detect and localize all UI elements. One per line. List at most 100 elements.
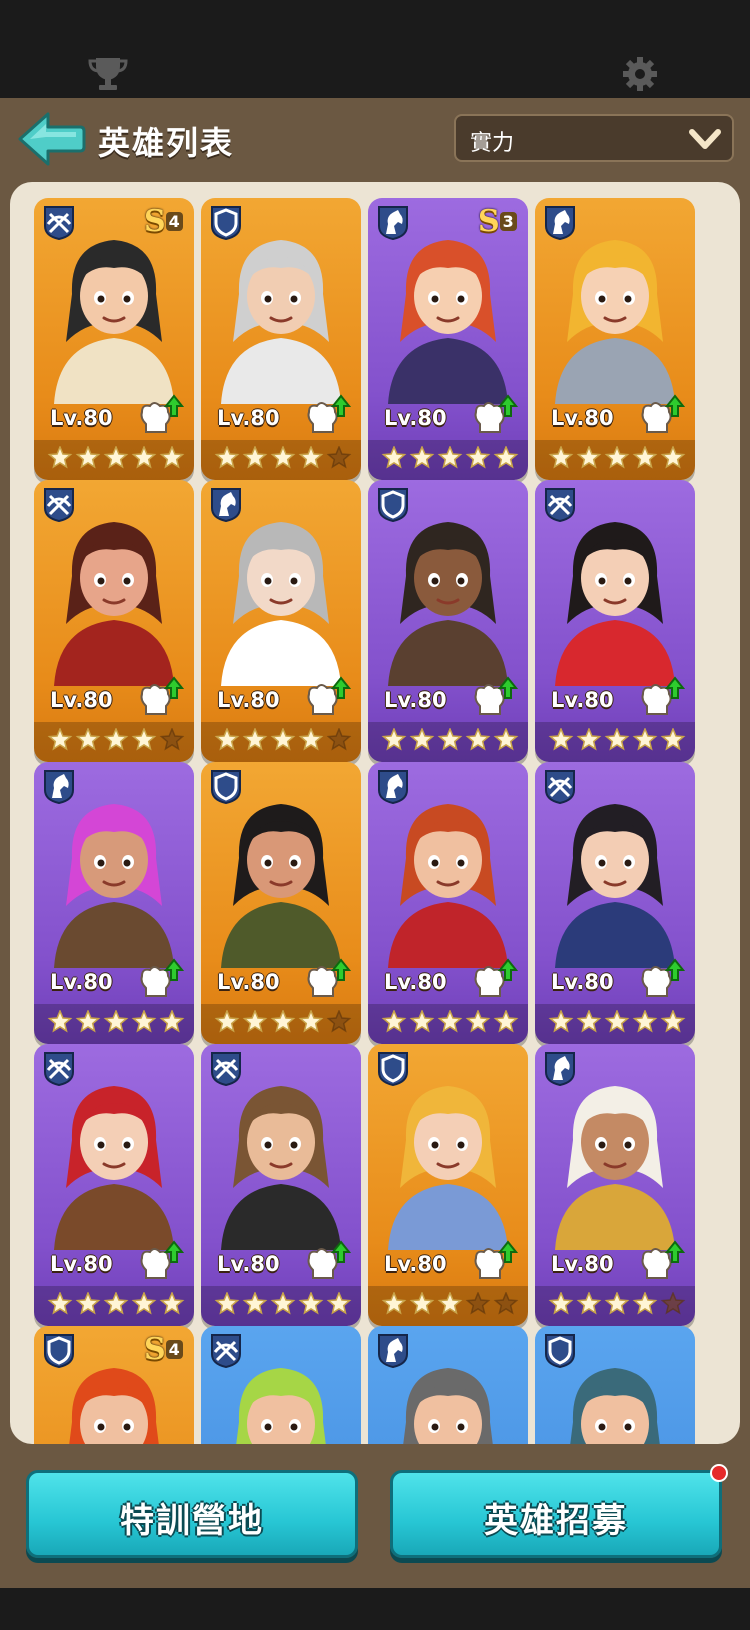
horse-icon (543, 204, 577, 241)
hero-card[interactable]: Lv.80 (535, 480, 695, 762)
star-filled (604, 1010, 630, 1033)
upgrade-available-icon (474, 1240, 518, 1279)
star-filled (381, 1010, 407, 1033)
star-filled (103, 728, 129, 751)
star-empty (465, 1292, 491, 1315)
star-filled (660, 446, 686, 469)
chevron-down-icon (689, 129, 721, 149)
back-arrow-icon[interactable] (16, 110, 86, 168)
hero-card[interactable]: Lv.80 (368, 762, 528, 1044)
hero-card[interactable] (535, 1326, 695, 1444)
hero-card[interactable]: Lv.80 (201, 762, 361, 1044)
upgrade-available-icon (307, 1240, 351, 1279)
star-filled (103, 446, 129, 469)
hero-card[interactable]: Lv.80 (34, 1044, 194, 1326)
training-camp-button[interactable]: 特訓營地 (26, 1470, 358, 1558)
star-filled (326, 1292, 352, 1315)
star-filled (465, 728, 491, 751)
rank-badge: S4 (144, 204, 186, 239)
star-filled (632, 728, 658, 751)
star-rating (548, 728, 686, 751)
star-filled (47, 446, 73, 469)
hero-portrait (221, 1086, 341, 1250)
shield-icon (376, 1050, 410, 1087)
upgrade-available-icon (474, 676, 518, 715)
hero-level: Lv.80 (217, 688, 280, 712)
star-filled (576, 1292, 602, 1315)
rank-number: 3 (499, 212, 517, 231)
hero-portrait (54, 522, 174, 686)
hero-card[interactable]: Lv.80 (368, 1044, 528, 1326)
star-filled (660, 1010, 686, 1033)
star-filled (493, 728, 519, 751)
upgrade-available-icon (140, 958, 184, 997)
hero-card[interactable]: S4 (34, 1326, 194, 1444)
star-rating (381, 1010, 519, 1033)
star-filled (604, 446, 630, 469)
hero-level: Lv.80 (50, 1252, 113, 1276)
upgrade-available-icon (641, 676, 685, 715)
hero-grid-panel[interactable]: S 4 Lv.80 Lv.80 S 3 Lv.80 Lv.80 Lv.80 Lv.80 Lv.80 L… (10, 182, 740, 1444)
gear-icon[interactable] (622, 56, 658, 92)
star-filled (75, 1010, 101, 1033)
hero-card[interactable]: Lv.80 (368, 480, 528, 762)
star-empty (326, 728, 352, 751)
hero-card[interactable]: Lv.80 (535, 1044, 695, 1326)
star-filled (159, 1292, 185, 1315)
star-filled (437, 446, 463, 469)
upgrade-available-icon (641, 394, 685, 433)
hero-level: Lv.80 (551, 970, 614, 994)
hero-card[interactable]: Lv.80 (535, 198, 695, 480)
star-filled (298, 446, 324, 469)
star-empty (326, 1010, 352, 1033)
sort-dropdown[interactable]: 實力 (454, 114, 734, 162)
hero-card[interactable]: Lv.80 (201, 480, 361, 762)
rank-badge: S4 (144, 1332, 186, 1367)
hero-recruit-button[interactable]: 英雄招募 (390, 1470, 722, 1558)
star-filled (576, 1010, 602, 1033)
star-filled (75, 1292, 101, 1315)
crossbow-icon (209, 1332, 243, 1369)
hero-card[interactable]: Lv.80 (34, 480, 194, 762)
star-filled (214, 446, 240, 469)
hero-card[interactable]: Lv.80 (535, 762, 695, 1044)
hero-portrait (555, 522, 675, 686)
star-filled (548, 728, 574, 751)
star-empty (493, 1292, 519, 1315)
star-empty (159, 728, 185, 751)
star-rating (47, 1292, 185, 1315)
hero-card[interactable] (201, 1326, 361, 1444)
hero-card[interactable]: Lv.80 (34, 762, 194, 1044)
hero-card[interactable]: Lv.80 (201, 198, 361, 480)
crossbow-icon (209, 1050, 243, 1087)
hero-card[interactable]: Lv.80 (201, 1044, 361, 1326)
rank-number: 4 (165, 1340, 183, 1359)
hero-portrait (221, 240, 341, 404)
star-filled (381, 728, 407, 751)
hero-card[interactable]: S 4 Lv.80 (34, 198, 194, 480)
trophy-icon[interactable] (88, 56, 128, 92)
hero-portrait (555, 1086, 675, 1250)
hero-portrait (54, 1086, 174, 1250)
star-filled (576, 446, 602, 469)
hero-portrait (54, 240, 174, 404)
star-filled (270, 1292, 296, 1315)
star-filled (131, 728, 157, 751)
notification-dot (710, 1464, 728, 1482)
star-filled (632, 446, 658, 469)
hero-level: Lv.80 (551, 688, 614, 712)
hero-card[interactable]: S 3 Lv.80 (368, 198, 528, 480)
star-filled (242, 728, 268, 751)
star-filled (576, 728, 602, 751)
rank-number: 4 (165, 212, 183, 231)
star-rating (47, 1010, 185, 1033)
hero-card[interactable] (368, 1326, 528, 1444)
shield-icon (543, 1332, 577, 1369)
horse-icon (543, 1050, 577, 1087)
star-filled (131, 1292, 157, 1315)
star-filled (381, 446, 407, 469)
star-filled (131, 1010, 157, 1033)
page-title: 英雄列表 (98, 124, 235, 162)
hero-list-header: 英雄列表 實力 (0, 98, 750, 182)
shield-icon (209, 204, 243, 241)
